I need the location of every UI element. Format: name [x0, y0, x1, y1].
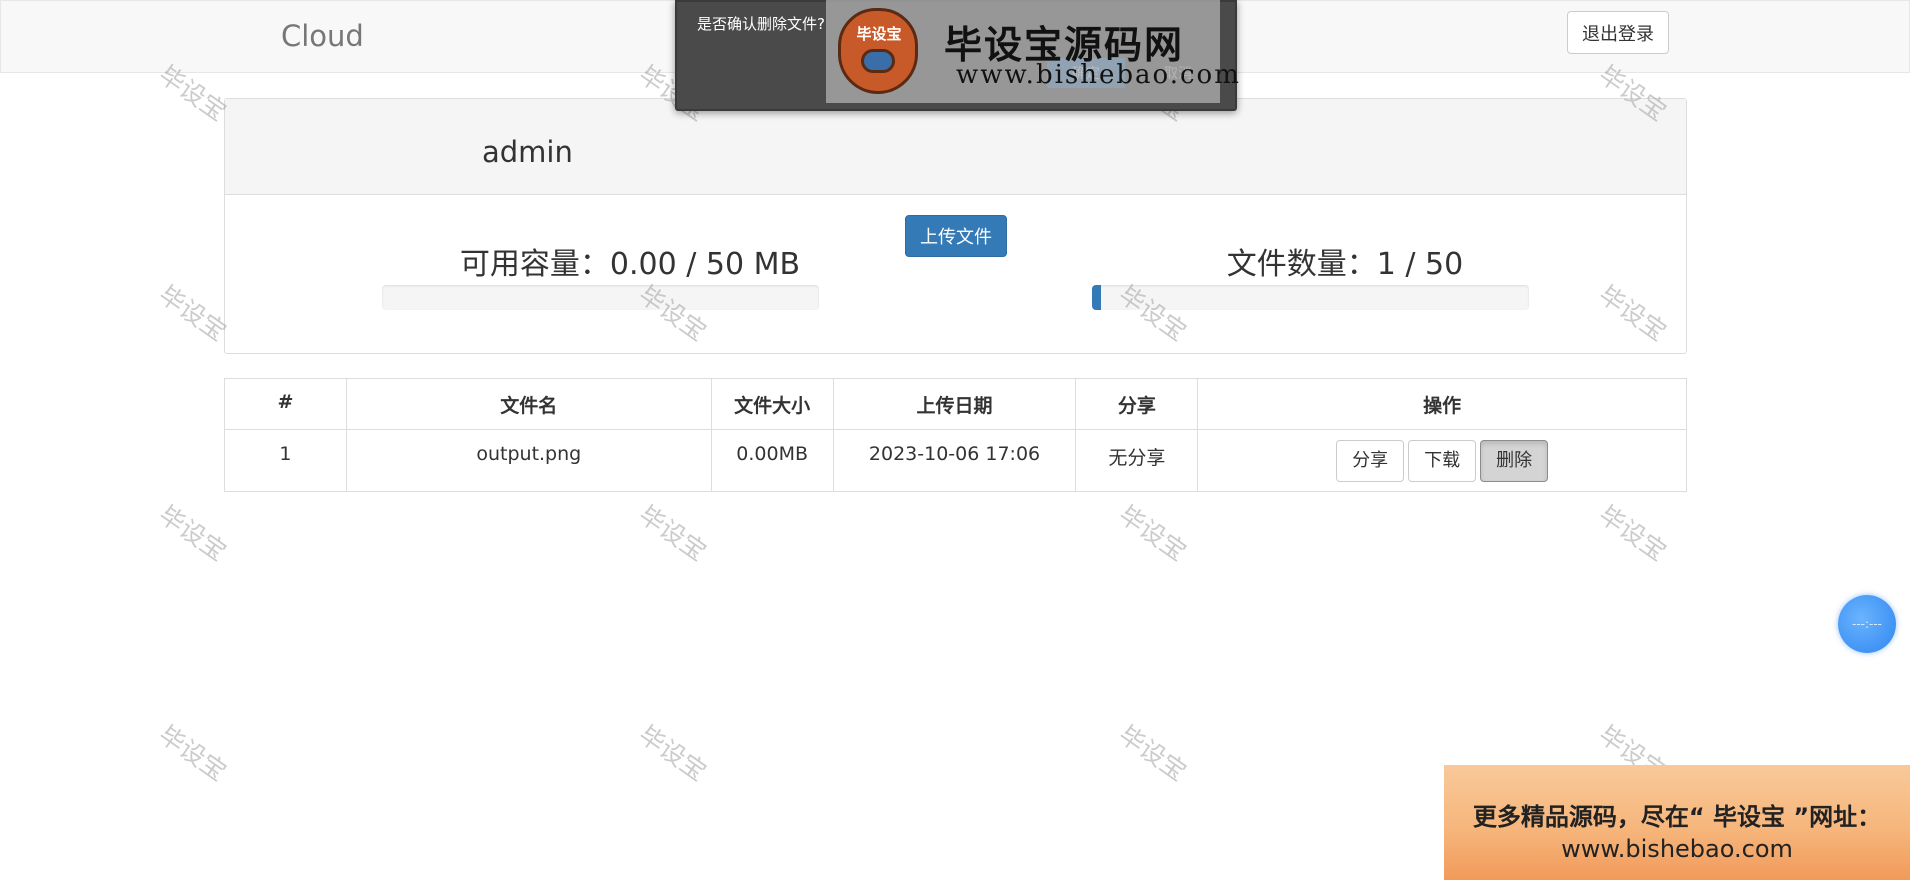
column-header-share: 分享 — [1075, 378, 1199, 430]
watermark-text: 毕设宝 — [153, 279, 232, 347]
cell-date: 2023-10-06 17:06 — [832, 429, 1077, 492]
column-header-size: 文件大小 — [710, 378, 834, 430]
ad-banner[interactable]: 更多精品源码，尽在“ 毕设宝 ”网址： www.bishebao.com — [1444, 765, 1910, 880]
ad-banner-line1: 更多精品源码，尽在“ 毕设宝 ”网址： — [1472, 803, 1882, 831]
watermark-text: 毕设宝 — [153, 719, 232, 787]
column-header-filename: 文件名 — [345, 378, 712, 430]
watermark-text: 毕设宝 — [153, 499, 232, 567]
logo-badge-text: 毕设宝 — [856, 25, 902, 43]
cell-size: 0.00MB — [710, 429, 834, 492]
file-table: # 文件名 文件大小 上传日期 分享 操作 1 output.png 0.00M… — [224, 378, 1687, 492]
capacity-label: 可用容量：0.00 / 50 MB — [459, 247, 801, 282]
column-header-index: # — [224, 378, 347, 430]
upload-button[interactable]: 上传文件 — [905, 215, 1007, 257]
table-row: 1 output.png 0.00MB 2023-10-06 17:06 无分享… — [224, 429, 1687, 492]
capacity-progress-bar — [382, 285, 819, 310]
username: admin — [482, 135, 573, 169]
panel-heading: admin — [225, 99, 1686, 195]
watermark-text: 毕设宝 — [1593, 499, 1672, 567]
dialog-message: 是否确认删除文件? — [697, 15, 825, 33]
delete-button[interactable]: 删除 — [1480, 440, 1549, 482]
watermark-text: 毕设宝 — [633, 499, 712, 567]
cell-actions: 分享 下载 删除 — [1197, 429, 1687, 492]
watermark-text: 毕设宝 — [1113, 499, 1192, 567]
cell-filename: output.png — [345, 429, 712, 492]
logo-url: www.bishebao.com — [956, 60, 1241, 90]
file-count-progress-bar — [1092, 285, 1529, 310]
logo-watermark: 毕设宝 毕设宝源码网 www.bishebao.com — [826, 0, 1239, 103]
mascot-logo-icon: 毕设宝 — [838, 8, 918, 94]
share-button[interactable]: 分享 — [1336, 440, 1405, 482]
column-header-actions: 操作 — [1197, 378, 1687, 430]
logout-button[interactable]: 退出登录 — [1567, 11, 1669, 54]
file-count-label: 文件数量：1 / 50 — [1226, 247, 1464, 282]
table-header-row: # 文件名 文件大小 上传日期 分享 操作 — [224, 378, 1687, 430]
column-header-date: 上传日期 — [832, 378, 1077, 430]
mascot-face-icon — [861, 49, 895, 73]
ad-banner-url: www.bishebao.com — [1561, 835, 1793, 863]
cell-index: 1 — [224, 429, 347, 492]
cell-share: 无分享 — [1075, 429, 1199, 492]
brand-title[interactable]: Cloud — [281, 19, 364, 53]
watermark-text: 毕设宝 — [633, 719, 712, 787]
download-button[interactable]: 下载 — [1408, 440, 1477, 482]
user-panel: admin 上传文件 可用容量：0.00 / 50 MB 文件数量：1 / 50 — [224, 98, 1687, 354]
watermark-text: 毕设宝 — [1113, 719, 1192, 787]
file-count-progress-fill — [1092, 285, 1101, 310]
floating-assistant-button[interactable]: ---:--- — [1838, 595, 1896, 653]
